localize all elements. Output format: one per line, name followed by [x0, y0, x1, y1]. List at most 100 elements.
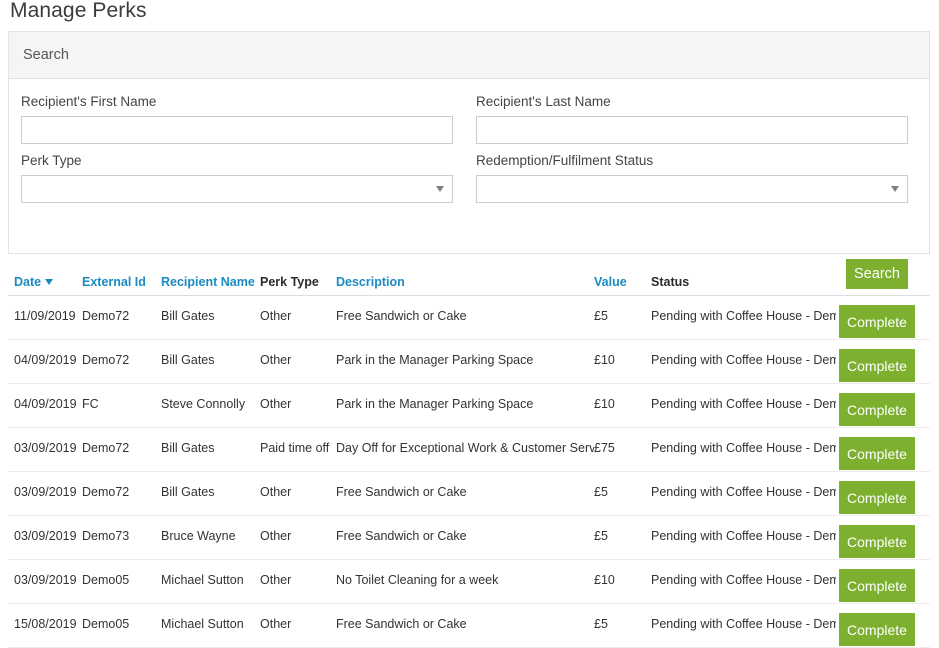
cell-action: Complete: [839, 393, 915, 426]
cell-external-id: Demo05: [82, 617, 130, 631]
cell-perk-type: Other: [260, 485, 292, 499]
column-header-status: Status: [651, 275, 690, 289]
cell-external-id: Demo72: [82, 485, 130, 499]
table-row: 04/09/2019 FC Steve Connolly Other Park …: [8, 384, 930, 428]
table-row: 03/09/2019 Demo05 Michael Sutton Other N…: [8, 560, 930, 604]
table-row: 15/08/2019 Demo05 Michael Sutton Other F…: [8, 604, 930, 648]
column-header-date-label: Date: [14, 275, 42, 289]
cell-description: Free Sandwich or Cake: [336, 309, 467, 323]
cell-external-id: Demo72: [82, 309, 130, 323]
first-name-label: Recipient's First Name: [21, 94, 157, 109]
cell-recipient-name: Bill Gates: [161, 441, 215, 455]
cell-date: 11/09/2019: [14, 309, 76, 323]
cell-external-id: FC: [82, 397, 99, 411]
cell-date: 04/09/2019: [14, 397, 77, 411]
cell-description: Park in the Manager Parking Space: [336, 353, 534, 367]
cell-recipient-name: Michael Sutton: [161, 617, 244, 631]
cell-action: Complete: [839, 613, 915, 646]
cell-recipient-name: Steve Connolly: [161, 397, 246, 411]
chevron-down-icon: [45, 279, 54, 285]
cell-description: No Toilet Cleaning for a week: [336, 573, 499, 587]
cell-value: £5: [594, 485, 608, 499]
manage-perks-page: Manage Perks Search Recipient's First Na…: [0, 0, 939, 648]
cell-external-id: Demo05: [82, 573, 130, 587]
redemption-status-select-value: [476, 175, 908, 203]
cell-recipient-name: Bill Gates: [161, 309, 215, 323]
column-header-date[interactable]: Date: [14, 274, 86, 290]
cell-recipient-name: Bill Gates: [161, 353, 215, 367]
cell-status: Pending with Coffee House - Demo: [651, 441, 836, 455]
perk-type-label: Perk Type: [21, 153, 82, 168]
cell-recipient-name: Michael Sutton: [161, 573, 244, 587]
column-header-recipient-name[interactable]: Recipient Name: [161, 274, 261, 290]
complete-button[interactable]: Complete: [839, 481, 915, 514]
cell-value: £10: [594, 353, 615, 367]
complete-button[interactable]: Complete: [839, 305, 915, 338]
cell-description: Day Off for Exceptional Work & Customer …: [336, 441, 594, 455]
table-row: 11/09/2019 Demo72 Bill Gates Other Free …: [8, 296, 930, 340]
table-row: 03/09/2019 Demo72 Bill Gates Paid time o…: [8, 428, 930, 472]
cell-action: Complete: [839, 481, 915, 514]
search-panel: Search Recipient's First Name Recipient'…: [8, 31, 930, 289]
cell-perk-type: Other: [260, 353, 292, 367]
cell-external-id: Demo72: [82, 441, 130, 455]
table-row: 03/09/2019 Demo73 Bruce Wayne Other Free…: [8, 516, 930, 560]
cell-perk-type: Other: [260, 397, 292, 411]
last-name-label: Recipient's Last Name: [476, 94, 611, 109]
perk-type-select-value: [21, 175, 453, 203]
table-row: 03/09/2019 Demo72 Bill Gates Other Free …: [8, 472, 930, 516]
cell-date: 03/09/2019: [14, 529, 77, 543]
column-header-description[interactable]: Description: [336, 274, 594, 290]
complete-button[interactable]: Complete: [839, 393, 915, 426]
cell-status: Pending with Coffee House - Demo: [651, 353, 836, 367]
cell-action: Complete: [839, 569, 915, 602]
cell-value: £10: [594, 397, 615, 411]
last-name-input[interactable]: [476, 116, 908, 144]
cell-status: Pending with Coffee House - Demo: [651, 529, 836, 543]
perk-type-select[interactable]: [21, 175, 453, 203]
field-redemption-status: Redemption/Fulfilment Status: [476, 152, 908, 203]
cell-value: £5: [594, 529, 608, 543]
redemption-status-label: Redemption/Fulfilment Status: [476, 153, 654, 168]
cell-perk-type: Other: [260, 573, 292, 587]
search-panel-body: Recipient's First Name Recipient's Last …: [9, 79, 929, 289]
field-perk-type: Perk Type: [21, 152, 453, 203]
complete-button[interactable]: Complete: [839, 525, 915, 558]
search-panel-title: Search: [23, 47, 69, 63]
cell-external-id: Demo72: [82, 353, 130, 367]
table-header-row: Date External Id Recipient Name Perk Typ…: [8, 268, 930, 296]
cell-date: 15/08/2019: [14, 617, 77, 631]
cell-action: Complete: [839, 349, 915, 382]
cell-description: Park in the Manager Parking Space: [336, 397, 534, 411]
complete-button[interactable]: Complete: [839, 349, 915, 382]
cell-value: £10: [594, 573, 615, 587]
cell-perk-type: Other: [260, 529, 292, 543]
page-title: Manage Perks: [10, 0, 147, 22]
redemption-status-select[interactable]: [476, 175, 908, 203]
cell-perk-type: Other: [260, 617, 292, 631]
perks-table: Date External Id Recipient Name Perk Typ…: [8, 268, 930, 648]
column-header-value[interactable]: Value: [594, 274, 652, 290]
cell-action: Complete: [839, 305, 915, 338]
chevron-down-icon: [891, 186, 899, 192]
cell-status: Pending with Coffee House - Demo: [651, 309, 836, 323]
cell-status: Pending with Coffee House - Demo: [651, 617, 836, 631]
cell-action: Complete: [839, 437, 915, 470]
cell-action: Complete: [839, 525, 915, 558]
cell-date: 04/09/2019: [14, 353, 77, 367]
column-header-external-id[interactable]: External Id: [82, 274, 164, 290]
cell-perk-type: Paid time off: [260, 441, 330, 455]
cell-description: Free Sandwich or Cake: [336, 617, 467, 631]
first-name-input[interactable]: [21, 116, 453, 144]
field-last-name: Recipient's Last Name: [476, 93, 908, 144]
cell-recipient-name: Bill Gates: [161, 485, 215, 499]
complete-button[interactable]: Complete: [839, 437, 915, 470]
cell-status: Pending with Coffee House - Demo: [651, 397, 836, 411]
cell-value: £5: [594, 309, 608, 323]
cell-description: Free Sandwich or Cake: [336, 529, 467, 543]
search-panel-heading: Search: [9, 32, 929, 79]
complete-button[interactable]: Complete: [839, 569, 915, 602]
cell-recipient-name: Bruce Wayne: [161, 529, 236, 543]
field-first-name: Recipient's First Name: [21, 93, 453, 144]
complete-button[interactable]: Complete: [839, 613, 915, 646]
